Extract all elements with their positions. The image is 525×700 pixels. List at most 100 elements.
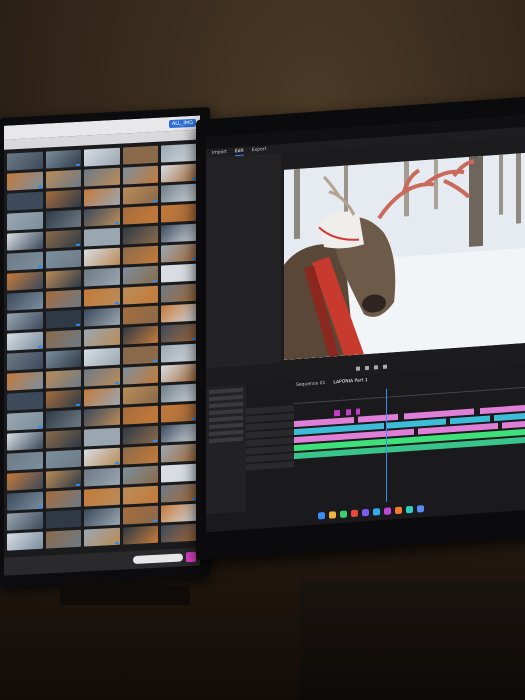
thumbnail[interactable] xyxy=(84,267,120,287)
timeline-clip[interactable] xyxy=(356,408,360,415)
thumbnail[interactable] xyxy=(45,309,82,329)
thumbnail[interactable] xyxy=(84,207,120,227)
timeline-clip[interactable] xyxy=(346,409,351,416)
thumbnail[interactable] xyxy=(7,211,43,231)
playhead[interactable] xyxy=(386,388,387,519)
thumbnail[interactable] xyxy=(122,305,159,325)
thumbnail[interactable] xyxy=(84,367,120,387)
thumbnail[interactable] xyxy=(122,205,159,225)
thumbnail[interactable] xyxy=(7,231,43,251)
thumbnail[interactable] xyxy=(45,169,82,189)
thumbnail[interactable] xyxy=(84,347,120,367)
thumbnail[interactable] xyxy=(45,209,82,229)
thumbnail[interactable] xyxy=(45,489,82,509)
thumbnail[interactable] xyxy=(161,403,197,423)
thumbnail[interactable] xyxy=(7,511,43,531)
thumbnail[interactable] xyxy=(161,323,197,343)
thumbnail[interactable] xyxy=(122,185,159,205)
thumbnail[interactable] xyxy=(45,389,82,409)
thumbnail[interactable] xyxy=(161,163,197,183)
thumbnail[interactable] xyxy=(161,443,197,463)
thumbnail[interactable] xyxy=(161,463,197,483)
thumbnail[interactable] xyxy=(161,283,197,303)
thumbnail[interactable] xyxy=(45,529,82,549)
thumbnail[interactable] xyxy=(161,363,197,383)
tab-laponia-part1[interactable]: LAPONIA Part 1 xyxy=(333,376,367,388)
thumbnail[interactable] xyxy=(122,285,159,305)
thumbnail[interactable] xyxy=(122,505,159,525)
thumbnail[interactable] xyxy=(84,247,120,267)
thumbnail[interactable] xyxy=(7,191,43,211)
thumbnail[interactable] xyxy=(161,523,197,543)
thumbnail[interactable] xyxy=(84,447,120,467)
thumbnail[interactable] xyxy=(161,303,197,323)
thumbnail[interactable] xyxy=(7,311,43,331)
taskbar-app-icon[interactable] xyxy=(384,506,391,515)
thumbnail[interactable] xyxy=(7,351,43,371)
thumbnail[interactable] xyxy=(7,451,43,471)
export-frame-icon[interactable] xyxy=(383,364,387,369)
thumbnail[interactable] xyxy=(7,431,43,451)
thumbnail[interactable] xyxy=(161,243,197,263)
thumbnail[interactable] xyxy=(7,391,43,411)
taskbar-app-icon[interactable] xyxy=(318,511,325,519)
thumbnail[interactable] xyxy=(122,365,159,385)
taskbar-app-icon[interactable] xyxy=(362,508,369,516)
thumbnail[interactable] xyxy=(122,265,159,285)
thumbnail[interactable] xyxy=(7,371,43,391)
thumbnail[interactable] xyxy=(84,227,120,247)
timeline-clip[interactable] xyxy=(494,412,525,422)
thumbnail[interactable] xyxy=(84,467,120,487)
thumbnail[interactable] xyxy=(45,329,82,349)
thumbnail[interactable] xyxy=(84,307,120,327)
thumbnail[interactable] xyxy=(45,249,82,269)
upload-button[interactable] xyxy=(186,551,196,563)
thumbnail[interactable] xyxy=(122,525,159,545)
thumbnail[interactable] xyxy=(161,143,197,163)
thumbnail[interactable] xyxy=(161,183,197,203)
taskbar-app-icon[interactable] xyxy=(329,510,336,519)
thumbnail[interactable] xyxy=(161,483,197,503)
step-forward-icon[interactable] xyxy=(374,365,378,370)
thumbnail[interactable] xyxy=(45,509,82,529)
thumbnail[interactable] xyxy=(122,165,159,185)
tab-sequence-01[interactable]: Sequence 01 xyxy=(296,379,325,391)
thumbnail[interactable] xyxy=(122,425,159,445)
taskbar-app-icon[interactable] xyxy=(406,505,413,513)
thumbnail[interactable] xyxy=(84,407,120,427)
thumbnail[interactable] xyxy=(45,229,82,249)
thumbnail[interactable] xyxy=(7,531,43,551)
thumbnail[interactable] xyxy=(45,469,82,489)
taskbar-app-icon[interactable] xyxy=(373,507,380,516)
thumbnail[interactable] xyxy=(7,331,43,351)
thumbnail[interactable] xyxy=(7,271,43,291)
thumbnail[interactable] xyxy=(122,385,159,405)
thumbnail[interactable] xyxy=(161,223,197,243)
thumbnail[interactable] xyxy=(45,449,82,469)
thumbnail[interactable] xyxy=(45,189,82,209)
step-back-icon[interactable] xyxy=(356,366,360,371)
thumbnail[interactable] xyxy=(122,465,159,485)
thumbnail[interactable] xyxy=(84,527,120,547)
thumbnail[interactable] xyxy=(45,429,82,449)
thumbnail[interactable] xyxy=(45,369,82,389)
taskbar-app-icon[interactable] xyxy=(395,506,402,514)
thumbnail[interactable] xyxy=(84,427,120,447)
thumbnail[interactable] xyxy=(45,269,82,289)
thumbnail[interactable] xyxy=(7,411,43,431)
play-icon[interactable] xyxy=(365,365,369,371)
thumbnail[interactable] xyxy=(84,167,120,187)
thumbnail[interactable] xyxy=(161,203,197,223)
thumbnail[interactable] xyxy=(161,263,197,283)
taskbar-app-icon[interactable] xyxy=(340,509,347,518)
taskbar-app-icon[interactable] xyxy=(351,509,358,517)
thumbnail[interactable] xyxy=(161,343,197,363)
thumbnail[interactable] xyxy=(84,327,120,347)
thumbnail[interactable] xyxy=(122,325,159,345)
thumbnail[interactable] xyxy=(7,251,43,271)
thumbnail[interactable] xyxy=(84,287,120,307)
search-field[interactable] xyxy=(133,553,183,565)
thumbnail[interactable] xyxy=(122,245,159,265)
thumbnail[interactable] xyxy=(45,289,82,309)
thumbnail[interactable] xyxy=(7,171,43,191)
